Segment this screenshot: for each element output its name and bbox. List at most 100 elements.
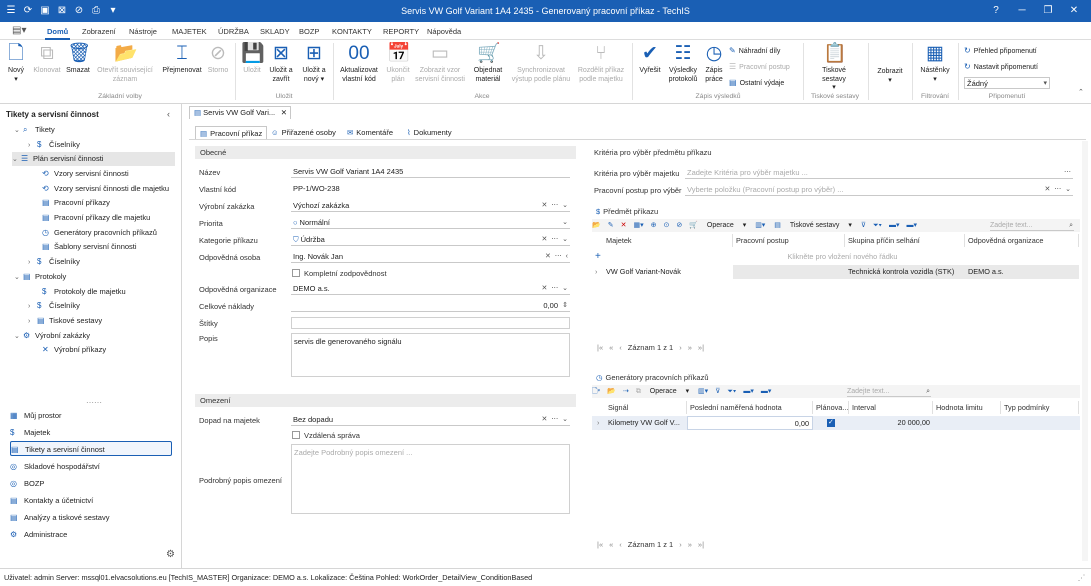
columns-icon[interactable]: ▥▾ xyxy=(698,388,708,395)
menu-view[interactable]: Zobrazení xyxy=(82,27,116,36)
print-reports-button[interactable]: 📋 Tiskové sestavy ▾ xyxy=(816,43,852,93)
menu-reports[interactable]: REPORTY xyxy=(383,27,419,36)
record-work-button[interactable]: ◷ Zápis práce xyxy=(702,43,726,84)
tree-item-ciselniky-3[interactable]: › $ Číselníky xyxy=(28,299,80,313)
field-controls-icon[interactable]: ✕ ⋯ ⌄ xyxy=(541,283,568,294)
other-costs-button[interactable]: ▤ Ostatní výdaje xyxy=(729,78,784,87)
filter-icon[interactable]: ⏷▾ xyxy=(873,222,882,229)
last-page-icon[interactable]: »| xyxy=(698,343,704,352)
order-material-button[interactable]: 🛒 Objednat materiál xyxy=(468,43,508,84)
tree-item-sablony[interactable]: ▤ Šablony servisní činnosti xyxy=(42,240,137,254)
save-button[interactable]: 💾 Uložit xyxy=(238,43,266,76)
zoom-icon[interactable]: ⊙ xyxy=(663,222,669,229)
update-code-button[interactable]: 00 Aktualizovat vlastní kód xyxy=(336,43,382,84)
column-header[interactable]: Hodnota limitu xyxy=(933,401,1001,414)
subject-search[interactable]: Zadejte text... ⌕ xyxy=(990,220,1074,231)
splitter-handle[interactable]: ⋯⋯ xyxy=(86,398,102,407)
columns-icon[interactable]: ▥▾ xyxy=(755,222,765,229)
next-page-icon[interactable]: › xyxy=(679,343,682,352)
operations-button[interactable]: Operace ▾ xyxy=(707,222,746,229)
tree-item-tiskove[interactable]: › ▤ Tiskové sestavy xyxy=(28,314,102,328)
tree-item-vyrobni-prikazy[interactable]: ✕ Výrobní příkazy xyxy=(42,343,106,357)
menu-bozp[interactable]: BOZP xyxy=(299,27,319,36)
nav-assets[interactable]: $ Majetek xyxy=(10,425,172,440)
nav-admin[interactable]: ⚙ Administrace xyxy=(10,527,172,542)
generators-operations-button[interactable]: Operace ▾ xyxy=(650,388,689,395)
menu-home[interactable]: Domů xyxy=(44,27,71,40)
rename-button[interactable]: ⌶ Přejmenovat xyxy=(159,43,205,76)
delete-button[interactable]: 🗑 Smazat xyxy=(63,43,93,76)
tree-item-prikazy[interactable]: ▤ Pracovní příkazy xyxy=(42,196,110,210)
add-row-icon[interactable]: + xyxy=(592,250,601,264)
column-header[interactable]: Typ podmínky xyxy=(1001,401,1079,414)
prev-page-icon[interactable]: ‹ xyxy=(619,540,622,549)
table-icon[interactable]: ▦▾ xyxy=(633,222,643,229)
menu-tools[interactable]: Nástroje xyxy=(129,27,157,36)
category-field[interactable]: ⛉ Údržba ✕ ⋯ ⌄ xyxy=(291,234,570,246)
detail-field[interactable]: Zadejte Podrobný popis omezení ... xyxy=(291,444,570,514)
tree-item-plan[interactable]: ⌄ ☰ Plán servisní činnosti xyxy=(12,152,175,166)
chevron-right-icon[interactable]: › xyxy=(28,300,37,314)
open-icon[interactable]: 📂 xyxy=(607,388,616,395)
delete-icon[interactable]: ✕ xyxy=(621,222,627,229)
tree-item-generatory[interactable]: ◷ Generátory pracovních příkazů xyxy=(42,226,157,240)
field-controls-icon[interactable]: ✕ ⋯ ⌄ xyxy=(541,234,568,245)
next-fast-icon[interactable]: » xyxy=(688,540,692,549)
planned-checkbox[interactable] xyxy=(827,418,835,427)
cancel-button[interactable]: ⊘ Storno xyxy=(204,43,232,76)
impact-field[interactable]: Bez dopadu ✕ ⋯ ⌄ xyxy=(291,414,570,426)
add-icon[interactable]: ⊕ xyxy=(651,222,657,229)
chevron-down-icon[interactable]: ⌄ xyxy=(12,153,21,167)
chevron-right-icon[interactable]: › xyxy=(28,256,37,270)
layout-icon[interactable]: ▬▾ xyxy=(743,388,754,395)
tree-item-ciselniky-2[interactable]: › $ Číselníky xyxy=(28,255,80,269)
chevron-down-icon[interactable]: ⌄ xyxy=(562,217,568,228)
priority-select[interactable]: ○ Normální ⌄ xyxy=(291,217,570,229)
cost-field[interactable]: 0,00 ⇕ xyxy=(291,300,570,312)
prev-page-icon[interactable]: ‹ xyxy=(619,343,622,352)
reminder-overview-button[interactable]: ↻ Přehled připomenutí xyxy=(964,46,1037,55)
field-controls-icon[interactable]: ✕ ⋯ ⌄ xyxy=(541,414,568,425)
table-row[interactable]: VW Golf Variant-Novák xyxy=(603,265,733,279)
chevron-right-icon[interactable]: › xyxy=(28,315,37,329)
new-button[interactable]: 🗋 Nový ▾ xyxy=(3,43,29,84)
column-header[interactable]: Majetek xyxy=(603,234,733,247)
resolve-button[interactable]: ✔ Vyřešit xyxy=(636,43,664,76)
filter-clear-icon[interactable]: ⊽ xyxy=(861,222,866,229)
field-controls-icon[interactable]: ✕ ⋯ ⌄ xyxy=(1044,184,1071,195)
nav-warehouse[interactable]: ◎ Skladové hospodářství xyxy=(10,459,172,474)
document-tab[interactable]: ▤ Servis VW Golf Vari... ✕ xyxy=(189,106,291,119)
save-new-button[interactable]: ⊞ Uložit a nový ▾ xyxy=(298,43,330,84)
tree-item-ciselniky[interactable]: › $ Číselníky xyxy=(28,138,80,152)
tree-item-prikazy-majetek[interactable]: ▤ Pracovní příkazy dle majetku xyxy=(42,211,150,225)
column-header[interactable]: Odpovědná organizace xyxy=(965,234,1079,247)
save-close-button[interactable]: ⊠ Uložit a zavřít xyxy=(265,43,297,84)
reminder-select[interactable]: Žádný ▾ xyxy=(964,77,1050,89)
chevron-right-icon[interactable]: › xyxy=(28,139,37,153)
chevron-down-icon[interactable]: ⌄ xyxy=(14,330,23,344)
open-related-button[interactable]: 📂 Otevřít související záznam xyxy=(94,43,156,84)
filter-clear-icon[interactable]: ⊽ xyxy=(715,388,720,395)
tab-work-order[interactable]: ▤ Pracovní příkaz xyxy=(195,126,268,140)
table-row[interactable]: Kilometry VW Golf V... xyxy=(605,416,687,430)
scrollbar[interactable] xyxy=(1082,141,1088,561)
nav-bozp[interactable]: ◎ BOZP xyxy=(10,476,172,491)
cart-icon[interactable]: 🛒 xyxy=(689,222,698,229)
tree-item-vzory[interactable]: ⟲ Vzory servisní činnosti xyxy=(42,167,129,181)
collapse-sidebar-icon[interactable]: ‹ xyxy=(167,109,170,119)
field-controls-icon[interactable]: ✕ ⋯ ‹ xyxy=(545,251,568,262)
menu-assets[interactable]: MAJETEK xyxy=(172,27,207,36)
filter-icon[interactable]: ⏷▾ xyxy=(727,388,736,395)
tab-comments[interactable]: ✉ Komentáře xyxy=(343,126,397,140)
sync-output-button[interactable]: ⇩ Synchronizovat výstup podle plánu xyxy=(509,43,573,84)
layout-icon[interactable]: ▬▾ xyxy=(889,222,900,229)
new-row-placeholder[interactable]: Klikněte pro vložení nového řádku xyxy=(603,250,1079,264)
edit-icon[interactable]: ✎ xyxy=(608,222,614,229)
column-header[interactable]: Interval xyxy=(849,401,933,414)
close-icon[interactable]: ✕ xyxy=(1061,3,1087,19)
next-page-icon[interactable]: › xyxy=(679,540,682,549)
full-responsibility-checkbox[interactable] xyxy=(292,269,300,277)
clone-button[interactable]: ⧉ Klonovat xyxy=(30,43,64,76)
column-header[interactable]: Poslední naměřená hodnota xyxy=(687,401,813,414)
show-button[interactable]: Zobrazit ▾ xyxy=(872,68,908,85)
